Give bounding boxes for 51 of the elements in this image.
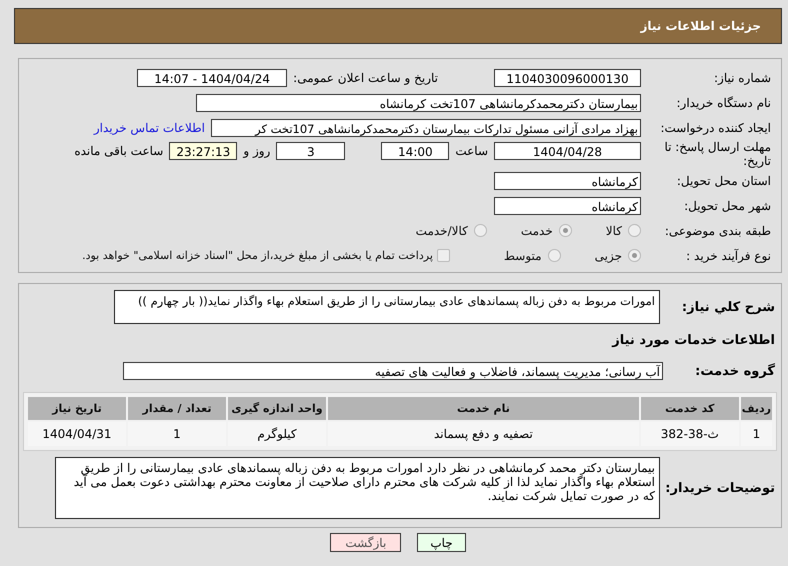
text-field[interactable]: بهزاد مرادی آزانی مسئول تدارکات بیمارستان دکترمحمدکرمانشاهی 107تخت کر (211, 118, 641, 136)
field-label: استان محل تحویل: (676, 174, 772, 188)
field-label: شماره نیاز: (713, 70, 772, 84)
column-header: کد خدمت (640, 397, 739, 420)
text-field[interactable]: آب رسانی؛ مدیریت پسماند، فاضلاب و فعالیت های تصفیه (123, 362, 663, 380)
field-label: ایجاد کننده درخواست: (659, 120, 772, 134)
field-label: روز و (243, 144, 270, 158)
field-label: شهر محل تحویل: (683, 198, 772, 212)
text-field[interactable]: 3 (276, 142, 346, 160)
field-label: شرح کلي نياز: (680, 300, 776, 314)
field-label: نام دستگاه خریدار: (676, 96, 772, 110)
back-button[interactable]: بازگشت (330, 533, 402, 552)
text-field[interactable]: بیمارستان دکترمحمدکرمانشاهی 107تخت کرمانشاه (196, 94, 641, 112)
text-field[interactable]: 1404/04/28 (494, 142, 641, 160)
checkbox-label: پرداخت تمام یا بخشی از مبلغ خرید،از محل "اسناد خزانه اسلامی" خواهد بود. (82, 249, 433, 262)
text-field[interactable]: 14:00 (381, 142, 450, 160)
radio-label: خدمت (520, 224, 553, 238)
print-button[interactable]: چاپ (417, 533, 466, 552)
column-header: واحد اندازه گیری (228, 397, 326, 420)
text-field[interactable]: کرمانشاه (494, 172, 641, 190)
field-label: تاریخ و ساعت اعلان عمومی: (293, 70, 438, 84)
text-field[interactable]: 1404/04/24 - 14:07 (137, 68, 288, 86)
table-cell: 1404/04/31 (28, 422, 126, 446)
field-label: طبقه بندی موضوعی: (664, 224, 772, 238)
table-cell: 1 (128, 422, 226, 446)
table-cell: تصفیه و دفع پسماند (328, 422, 639, 446)
field-label: مهلت ارسال پاسخ: تا تاریخ: (663, 140, 772, 168)
field-label: نوع فرآیند خرید : (685, 248, 772, 262)
field-label: توضیحات خریدار: (664, 480, 776, 496)
notes-box[interactable]: بیمارستان دکتر محمد کرمانشاهی در نظر دارد امورات مربوط به دفن زباله پسماندهای عادی بیمارستانی را از طریق استعلام بهاء واگذار نماید لذا از کلیه شرکت های محترم دارای صلاحیت از معاونت محترم بهداشتی دعوت بعمل می آید که در صورت تمایل شرکت نمایند. (55, 457, 660, 519)
column-header: تاریخ نیاز (28, 397, 126, 420)
column-header: نام خدمت (328, 397, 639, 420)
description-box[interactable]: امورات مربوط به دفن زباله پسماندهای عادی بیمارستانی را از طریق استعلام بهاء واگذار نماید(( بار چهارم )) (114, 290, 660, 324)
page-title: جزئیات اطلاعات نیاز (640, 19, 761, 33)
countdown-field[interactable]: 23:27:13 (169, 142, 238, 160)
section-title: اطلاعات خدمات مورد نیاز (610, 332, 776, 350)
table-cell: کیلوگرم (228, 422, 326, 446)
text-field[interactable]: 1104030096000130 (494, 68, 641, 86)
radio-label: کالا (606, 224, 622, 238)
table-cell: 1 (740, 422, 772, 446)
radio-label: کالا/خدمت (416, 224, 468, 238)
column-header: ردیف (740, 397, 772, 420)
field-label: گروه خدمت: (694, 364, 776, 378)
column-header: تعداد / مقدار (128, 397, 226, 420)
contact-link[interactable]: اطلاعات تماس خریدار (94, 120, 205, 134)
radio-label: جزیی (594, 248, 622, 262)
radio-label: متوسط (504, 248, 542, 262)
table-cell: ث-38-382 (640, 422, 739, 446)
field-label: ساعت باقی مانده (74, 144, 164, 158)
text-field[interactable]: کرمانشاه (494, 196, 641, 214)
field-label: ساعت (455, 144, 488, 158)
